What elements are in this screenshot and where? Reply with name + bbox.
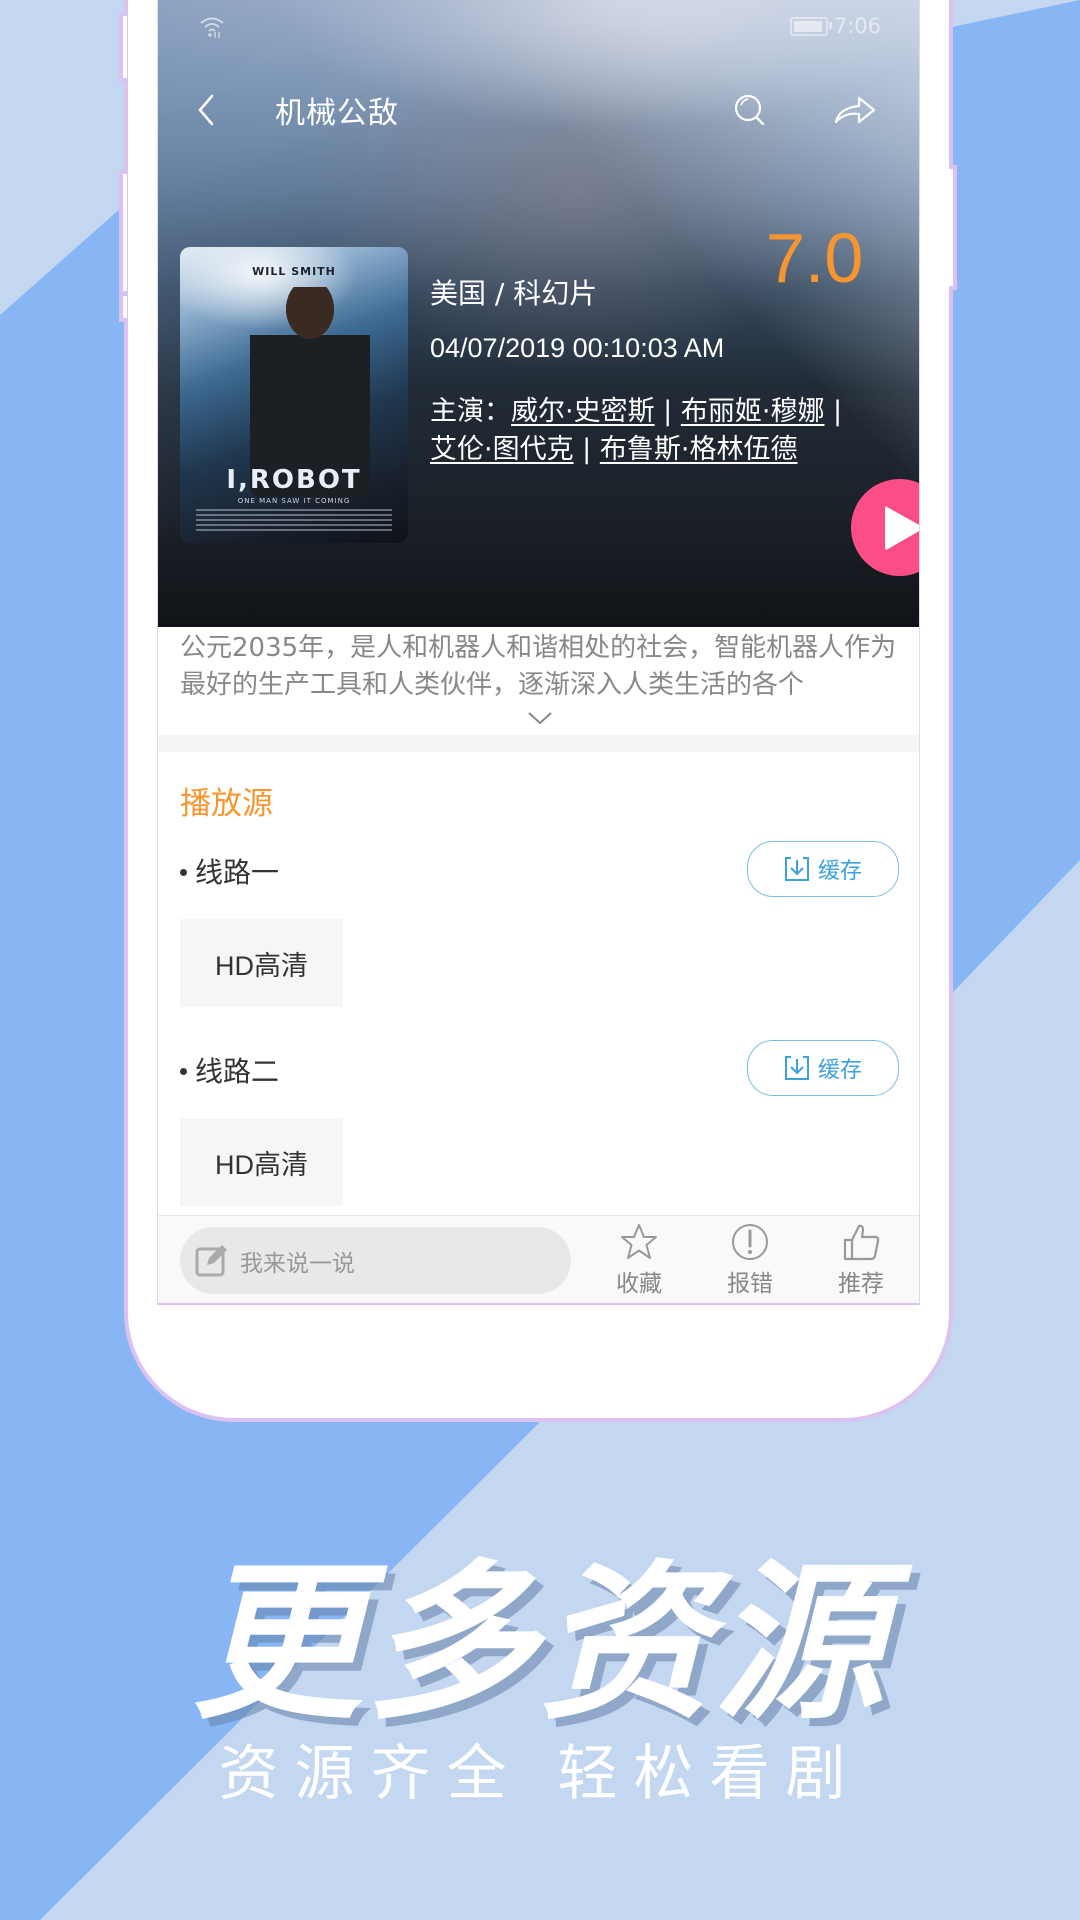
phone-side-button — [119, 12, 127, 82]
movie-poster: WILL SMITH I,ROBOT ONE MAN SAW IT COMING — [180, 247, 408, 543]
alert-icon — [732, 1224, 768, 1260]
cache-button[interactable]: 缓存 — [747, 841, 899, 897]
search-icon[interactable] — [733, 93, 767, 127]
play-button[interactable] — [851, 479, 919, 576]
cache-label: 缓存 — [817, 1058, 862, 1083]
cast-separator: | — [573, 434, 600, 465]
favorite-button[interactable]: 收藏 — [599, 1222, 679, 1298]
cast-label: 主演： — [430, 396, 511, 427]
movie-date: 04/07/2019 00:10:03 AM — [430, 333, 725, 363]
bottom-action-bar: 我来说一说 收藏 报错 推荐 — [158, 1215, 919, 1303]
promo-subtitle: 资源齐全 轻松看剧 — [218, 1739, 862, 1809]
poster-tagline: ONE MAN SAW IT COMING — [237, 497, 351, 505]
page-title: 机械公敌 — [275, 96, 399, 131]
chevron-down-icon[interactable] — [526, 708, 554, 728]
source-line-name: 线路二 — [195, 1055, 280, 1088]
back-button[interactable] — [194, 90, 218, 130]
cast-separator: | — [824, 396, 843, 427]
wifi-icon — [200, 17, 224, 38]
promo-headline: 更多资源 — [191, 1545, 888, 1743]
rating-score: 7.0 — [766, 219, 864, 297]
report-button[interactable]: 报错 — [710, 1222, 790, 1298]
status-time: 7:06 — [833, 14, 881, 38]
sources-title: 播放源 — [180, 786, 273, 822]
comment-input[interactable]: 我来说一说 — [180, 1227, 571, 1294]
download-icon — [784, 857, 809, 881]
phone-side-button — [119, 170, 127, 295]
comment-placeholder: 我来说一说 — [240, 1250, 355, 1277]
app-screen: 7:06 机械公敌 WILL SMITH I,ROBOT ONE MAN SAW… — [157, 0, 920, 1305]
poster-actor: WILL SMITH — [252, 265, 336, 278]
phone-side-button — [949, 165, 957, 290]
cast-separator: | — [654, 396, 681, 427]
status-bar-right: 7:06 — [789, 14, 881, 38]
action-label: 推荐 — [838, 1271, 884, 1297]
star-icon — [621, 1224, 657, 1259]
episode-button[interactable]: HD高清 — [180, 1118, 343, 1206]
phone-side-button — [119, 292, 127, 322]
cast-link[interactable]: 布丽姬·穆娜 — [681, 396, 825, 427]
episode-button[interactable]: HD高清 — [180, 919, 343, 1007]
source-line-label: 线路一 — [180, 851, 279, 891]
download-icon — [784, 1056, 809, 1080]
source-line-name: 线路一 — [195, 856, 280, 889]
play-icon — [885, 506, 919, 550]
thumbs-up-icon — [843, 1224, 880, 1261]
bullet — [180, 868, 187, 876]
action-label: 报错 — [727, 1271, 773, 1297]
cast-link[interactable]: 威尔·史密斯 — [511, 396, 655, 427]
cache-label: 缓存 — [817, 859, 862, 884]
source-line-label: 线路二 — [180, 1050, 279, 1090]
battery-icon — [789, 16, 832, 36]
recommend-button[interactable]: 推荐 — [821, 1222, 901, 1298]
poster-credits — [196, 509, 392, 531]
bullet — [180, 1067, 187, 1075]
action-label: 收藏 — [616, 1271, 662, 1297]
poster-title: I,ROBOT — [226, 465, 362, 495]
cast-link[interactable]: 艾伦·图代克 — [430, 434, 574, 465]
cast-link[interactable]: 布鲁斯·格林伍德 — [600, 434, 798, 465]
movie-header: 7:06 机械公敌 WILL SMITH I,ROBOT ONE MAN SAW… — [158, 0, 919, 627]
edit-icon — [195, 1244, 227, 1276]
movie-genre: 美国 / 科幻片 — [430, 277, 598, 310]
share-icon[interactable] — [833, 94, 877, 126]
cache-button[interactable]: 缓存 — [747, 1040, 899, 1096]
movie-cast: 主演：威尔·史密斯 | 布丽姬·穆娜 | 艾伦·图代克 | 布鲁斯·格林伍德 — [430, 393, 890, 469]
section-divider — [158, 735, 919, 752]
movie-description: 公元2035年，是人和机器人和谐相处的社会，智能机器人作为最好的生产工具和人类伙… — [180, 633, 897, 700]
